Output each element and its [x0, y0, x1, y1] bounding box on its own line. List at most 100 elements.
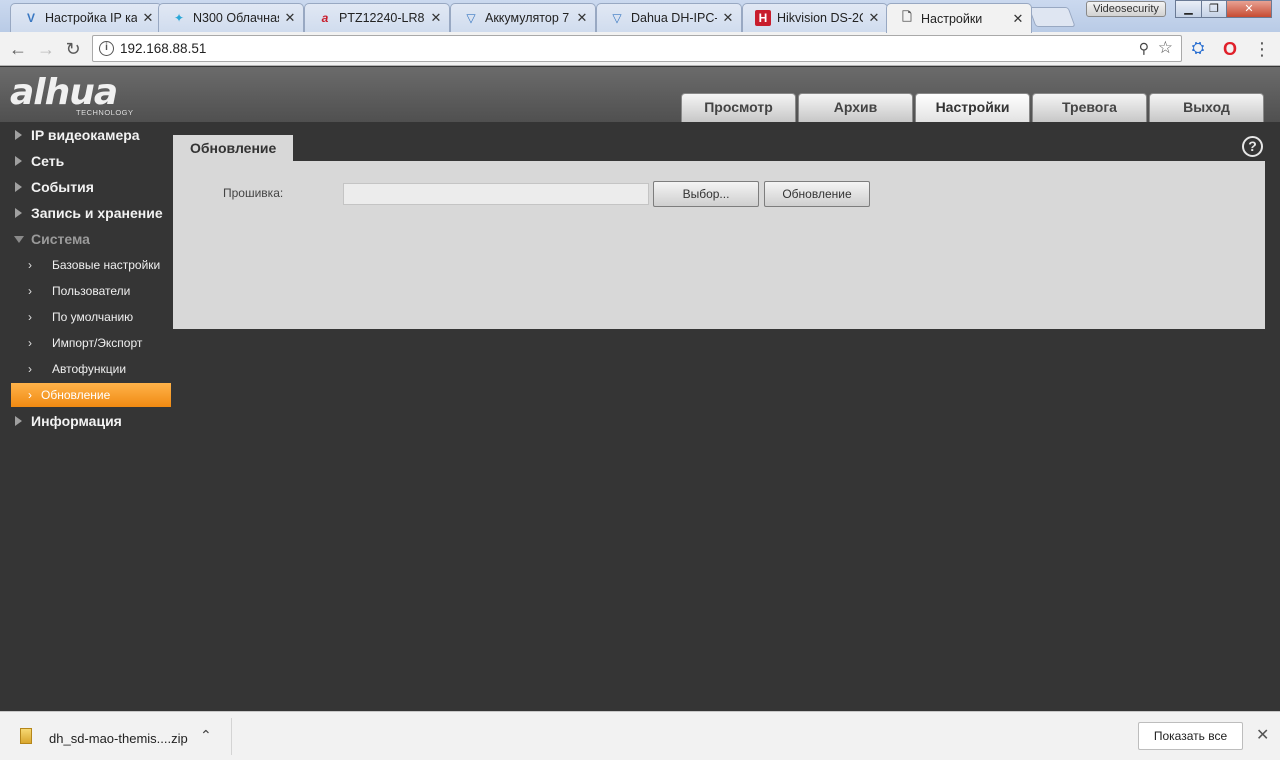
upgrade-button[interactable]: Обновление: [764, 181, 870, 207]
show-all-downloads-button[interactable]: Показать все: [1138, 722, 1243, 750]
page-icon: 🗋: [902, 10, 912, 24]
menu-icon[interactable]: ⋮: [1251, 38, 1273, 60]
sidebar-item-label: Обновление: [41, 388, 111, 402]
sidebar-section-network[interactable]: Сеть: [0, 148, 172, 174]
close-tab-icon[interactable]: ✕: [429, 10, 443, 26]
tab-favicon-icon: a: [321, 11, 329, 25]
sidebar-section-label: Сеть: [31, 153, 65, 169]
sidebar-section-storage[interactable]: Запись и хранение: [0, 200, 172, 226]
browser-tab-title: Hikvision DS-2C: [777, 11, 863, 25]
close-tab-icon[interactable]: ✕: [721, 10, 735, 26]
close-tab-icon[interactable]: ✕: [1011, 11, 1025, 27]
profile-button[interactable]: Videosecurity: [1086, 1, 1166, 17]
nav-tab-settings[interactable]: Настройки: [915, 93, 1030, 122]
bookmark-star-icon[interactable]: ☆: [1158, 38, 1173, 58]
sidebar-item-import-export[interactable]: › Импорт/Экспорт: [11, 330, 171, 356]
reload-icon[interactable]: ↻: [62, 38, 84, 60]
sidebar-item-label: Импорт/Экспорт: [52, 336, 143, 350]
firmware-file-field[interactable]: [343, 183, 649, 205]
new-tab-button[interactable]: [1028, 7, 1076, 27]
chevron-right-icon: ›: [28, 258, 32, 272]
browser-tab-title: Аккумулятор 7: [485, 11, 570, 25]
forward-arrow-icon[interactable]: →: [35, 38, 57, 60]
sidebar-item-defaults[interactable]: › По умолчанию: [11, 304, 171, 330]
nav-tab-archive[interactable]: Архив: [798, 93, 913, 122]
sidebar-section-label: Система: [31, 231, 90, 247]
help-icon[interactable]: ?: [1242, 136, 1263, 157]
browser-toolbar: ← → ↻ i 192.168.88.51 ⚲ ☆ ⛭ O ⋮: [0, 32, 1280, 66]
window-close-icon[interactable]: ✕: [1226, 0, 1272, 18]
nav-tab-preview[interactable]: Просмотр: [681, 93, 796, 122]
download-shelf: dh_sd-mao-themis....zip ⌃ Показать все ✕: [0, 711, 1280, 760]
sidebar-section-info[interactable]: Информация: [0, 408, 172, 434]
browser-tab[interactable]: ▽ Аккумулятор 7 ✕: [450, 3, 596, 32]
address-bar[interactable]: i 192.168.88.51 ⚲ ☆: [92, 35, 1182, 62]
browser-tab[interactable]: ▽ Dahua DH-IPC- ✕: [596, 3, 742, 32]
browser-tab-title: N300 Облачная: [193, 11, 279, 25]
close-tab-icon[interactable]: ✕: [575, 10, 589, 26]
browser-tab-strip: V Настройка IP ка ✕ ✦ N300 Облачная ✕ a …: [0, 0, 1280, 33]
sidebar-item-label: Автофункции: [52, 362, 127, 376]
browser-tab-title: Dahua DH-IPC-: [631, 11, 717, 25]
extension-icon[interactable]: ⛭: [1187, 38, 1209, 60]
close-tab-icon[interactable]: ✕: [867, 10, 881, 26]
expand-arrow-icon: [15, 208, 22, 218]
chevron-right-icon: ›: [28, 388, 32, 402]
upgrade-panel: Прошивка: Выбор... Обновление: [173, 161, 1265, 329]
sidebar-item-auto-maintain[interactable]: › Автофункции: [11, 356, 171, 382]
chevron-right-icon: ›: [28, 362, 32, 376]
expand-arrow-icon: [15, 130, 22, 140]
restore-icon[interactable]: ❐: [1201, 0, 1227, 18]
tab-favicon-icon: ▽: [466, 11, 476, 25]
browser-tab-active[interactable]: 🗋 Настройки ✕: [886, 3, 1032, 33]
browser-tab[interactable]: V Настройка IP ка ✕: [10, 3, 162, 32]
chevron-right-icon: ›: [28, 336, 32, 350]
close-shelf-icon[interactable]: ✕: [1256, 725, 1269, 745]
browser-tab-title: PTZ12240-LR8-: [339, 11, 425, 25]
sidebar-item-users[interactable]: › Пользователи: [11, 278, 171, 304]
tab-favicon-icon: H: [755, 10, 771, 26]
sidebar-section-camera[interactable]: IP видеокамера: [0, 122, 172, 148]
sidebar-section-label: IP видеокамера: [31, 127, 140, 143]
sidebar-section-events[interactable]: События: [0, 174, 172, 200]
site-info-icon[interactable]: i: [99, 41, 114, 56]
expand-arrow-icon: [15, 416, 22, 426]
close-tab-icon[interactable]: ✕: [283, 10, 297, 26]
sidebar-section-label: События: [31, 179, 94, 195]
chevron-up-icon[interactable]: ⌃: [200, 727, 212, 744]
collapse-arrow-icon: [14, 236, 24, 243]
browser-tab-title: Настройка IP ка: [45, 11, 137, 25]
minimize-icon[interactable]: ▁: [1175, 0, 1202, 18]
sidebar-item-general[interactable]: › Базовые настройки: [11, 252, 171, 278]
sidebar-item-label: Базовые настройки: [52, 258, 161, 272]
sidebar-item-label: Пользователи: [52, 284, 131, 298]
tab-favicon-icon: ▽: [612, 11, 622, 25]
zip-file-icon: [20, 728, 32, 744]
browser-tab[interactable]: ✦ N300 Облачная ✕: [158, 3, 304, 32]
browser-tab[interactable]: a PTZ12240-LR8- ✕: [304, 3, 450, 32]
logo-subtext: TECHNOLOGY: [76, 108, 134, 117]
download-file-name: dh_sd-mao-themis....zip: [49, 731, 188, 746]
chevron-right-icon: ›: [28, 284, 32, 298]
expand-arrow-icon: [15, 156, 22, 166]
sidebar-section-label: Информация: [31, 413, 122, 429]
opera-icon[interactable]: O: [1219, 38, 1241, 60]
browse-button[interactable]: Выбор...: [653, 181, 759, 207]
sidebar-section-label: Запись и хранение: [31, 205, 163, 221]
app-header: alhua TECHNOLOGY Просмотр Архив Настройк…: [0, 67, 1280, 122]
settings-sidebar: IP видеокамера Сеть События Запись и хра…: [0, 122, 172, 434]
sidebar-item-upgrade[interactable]: › Обновление: [11, 383, 171, 407]
firmware-label: Прошивка:: [223, 186, 284, 200]
sidebar-item-label: По умолчанию: [52, 310, 134, 324]
download-item[interactable]: dh_sd-mao-themis....zip ⌃: [0, 718, 232, 755]
page-title-tab[interactable]: Обновление: [173, 135, 293, 161]
close-tab-icon[interactable]: ✕: [141, 10, 155, 26]
nav-tab-logout[interactable]: Выход: [1149, 93, 1264, 122]
nav-tab-alarm[interactable]: Тревога: [1032, 93, 1147, 122]
sidebar-section-system[interactable]: Система: [0, 226, 172, 252]
back-arrow-icon[interactable]: ←: [7, 38, 29, 60]
key-icon[interactable]: ⚲: [1139, 40, 1149, 57]
browser-tab[interactable]: H Hikvision DS-2C ✕: [742, 3, 888, 32]
expand-arrow-icon: [15, 182, 22, 192]
url-text: 192.168.88.51: [120, 41, 207, 56]
